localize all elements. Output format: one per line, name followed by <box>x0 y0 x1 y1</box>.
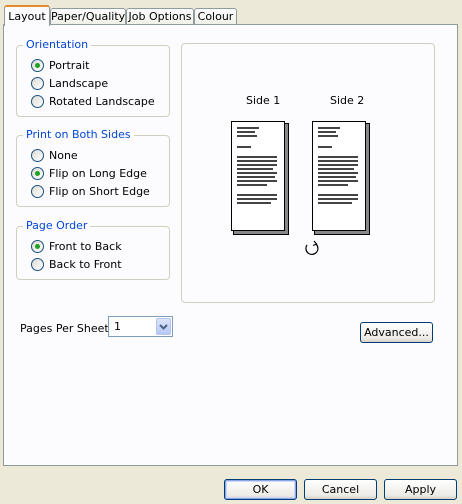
radio-button[interactable] <box>31 184 44 198</box>
tab-job-options[interactable]: Job Options <box>126 8 194 25</box>
radio-label: Portrait <box>49 58 90 72</box>
radio-button[interactable] <box>31 257 44 271</box>
apply-button[interactable]: Apply <box>384 479 457 500</box>
radio-label: Back to Front <box>49 257 122 271</box>
radio-flip-short-edge[interactable]: Flip on Short Edge <box>31 183 150 199</box>
radio-flip-long-edge[interactable]: Flip on Long Edge <box>31 165 147 181</box>
tab-layout[interactable]: Layout <box>4 5 50 26</box>
flip-arrow-icon <box>305 240 319 255</box>
radio-button-checked[interactable] <box>31 166 44 180</box>
orientation-group: Orientation Portrait Landscape Rotated L… <box>16 38 170 117</box>
radio-button-checked[interactable] <box>31 58 44 72</box>
cancel-button[interactable]: Cancel <box>304 479 377 500</box>
side-2-page <box>312 121 366 231</box>
orientation-legend: Orientation <box>23 38 92 52</box>
radio-duplex-none[interactable]: None <box>31 147 78 163</box>
radio-label: Rotated Landscape <box>49 94 155 108</box>
pages-per-sheet-value: 1 <box>114 320 121 333</box>
pages-per-sheet-label: Pages Per Sheet: <box>20 322 113 335</box>
radio-back-to-front[interactable]: Back to Front <box>31 256 122 272</box>
pages-per-sheet-select[interactable]: 1 <box>108 316 173 337</box>
duplex-legend: Print on Both Sides <box>23 128 134 142</box>
radio-button[interactable] <box>31 94 44 108</box>
radio-label: None <box>49 148 78 162</box>
side-1-page <box>231 121 285 231</box>
duplex-group: Print on Both Sides None Flip on Long Ed… <box>16 128 170 207</box>
page-order-legend: Page Order <box>23 219 91 233</box>
radio-label: Flip on Long Edge <box>49 166 147 180</box>
tab-paper-quality[interactable]: Paper/Quality <box>50 8 126 25</box>
tab-colour[interactable]: Colour <box>194 8 237 25</box>
radio-label: Flip on Short Edge <box>49 184 150 198</box>
radio-button[interactable] <box>31 148 44 162</box>
radio-button[interactable] <box>31 76 44 90</box>
page-order-group: Page Order Front to Back Back to Front <box>16 219 170 280</box>
duplex-preview: Side 1 Side 2 <box>181 43 435 303</box>
radio-label: Landscape <box>49 76 109 90</box>
ok-button[interactable]: OK <box>224 479 297 500</box>
radio-rotated-landscape[interactable]: Rotated Landscape <box>31 93 155 109</box>
chevron-down-icon <box>159 324 168 330</box>
radio-label: Front to Back <box>49 239 122 253</box>
side-1-label: Side 1 <box>246 94 281 107</box>
layout-tab-panel: Orientation Portrait Landscape Rotated L… <box>3 24 458 466</box>
advanced-button[interactable]: Advanced... <box>360 322 433 343</box>
radio-landscape[interactable]: Landscape <box>31 75 108 91</box>
dropdown-button[interactable] <box>156 318 171 335</box>
radio-front-to-back[interactable]: Front to Back <box>31 238 122 254</box>
radio-button-checked[interactable] <box>31 239 44 253</box>
radio-portrait[interactable]: Portrait <box>31 57 89 73</box>
side-2-label: Side 2 <box>330 94 365 107</box>
